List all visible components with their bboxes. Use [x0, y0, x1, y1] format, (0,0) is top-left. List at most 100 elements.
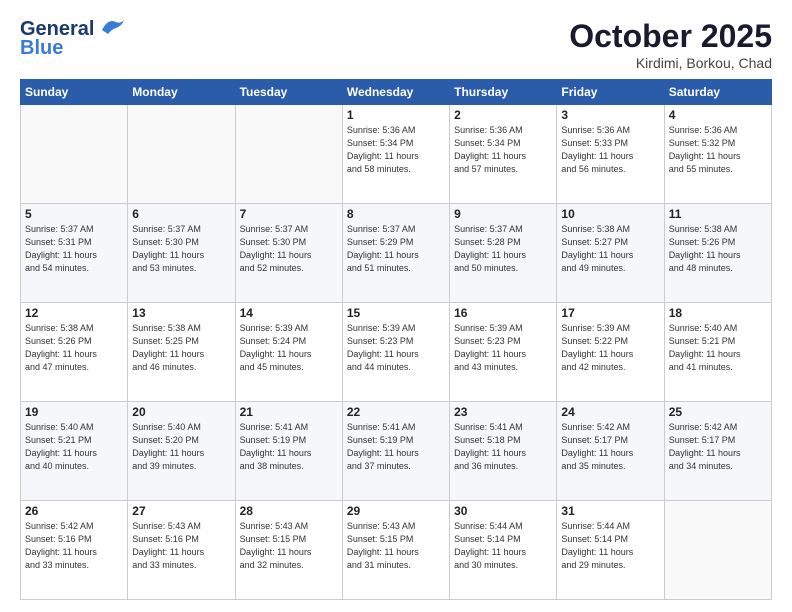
calendar-cell: 2 Sunrise: 5:36 AM Sunset: 5:34 PM Daylig… [450, 105, 557, 204]
day-number: 19 [25, 405, 123, 419]
day-info: Sunrise: 5:39 AM Sunset: 5:22 PM Dayligh… [561, 322, 659, 374]
week-row-5: 26Sunrise: 5:42 AM Sunset: 5:16 PM Dayli… [21, 501, 772, 600]
day-info: Sunrise: 5:38 AM Sunset: 5:25 PM Dayligh… [132, 322, 230, 374]
day-number: 21 [240, 405, 338, 419]
day-number: 8 [347, 207, 445, 221]
week-row-3: 12Sunrise: 5:38 AM Sunset: 5:26 PM Dayli… [21, 303, 772, 402]
day-info: Sunrise: 5:42 AM Sunset: 5:16 PM Dayligh… [25, 520, 123, 572]
day-info: Sunrise: 5:36 AM Sunset: 5:34 PM Dayligh… [347, 124, 445, 176]
day-number: 1 [347, 108, 445, 122]
page: General Blue October 2025 Kirdimi, Borko… [0, 0, 792, 612]
logo-blue: Blue [20, 37, 63, 60]
day-info: Sunrise: 5:39 AM Sunset: 5:24 PM Dayligh… [240, 322, 338, 374]
calendar-cell: 25Sunrise: 5:42 AM Sunset: 5:17 PM Dayli… [664, 402, 771, 501]
day-info: Sunrise: 5:37 AM Sunset: 5:31 PM Dayligh… [25, 223, 123, 275]
day-info: Sunrise: 5:38 AM Sunset: 5:26 PM Dayligh… [669, 223, 767, 275]
calendar-cell: 9 Sunrise: 5:37 AM Sunset: 5:28 PM Daylig… [450, 204, 557, 303]
day-info: Sunrise: 5:38 AM Sunset: 5:26 PM Dayligh… [25, 322, 123, 374]
calendar-cell: 22 Sunrise: 5:41 AM Sunset: 5:19 PM Dayli… [342, 402, 449, 501]
calendar-cell: 1 Sunrise: 5:36 AM Sunset: 5:34 PM Daylig… [342, 105, 449, 204]
title-block: October 2025 Kirdimi, Borkou, Chad [569, 18, 772, 71]
day-info: Sunrise: 5:36 AM Sunset: 5:33 PM Dayligh… [561, 124, 659, 176]
calendar-cell: 24 Sunrise: 5:42 AM Sunset: 5:17 PM Dayli… [557, 402, 664, 501]
day-number: 20 [132, 405, 230, 419]
calendar-cell [664, 501, 771, 600]
day-number: 9 [454, 207, 552, 221]
calendar-cell: 29 Sunrise: 5:43 AM Sunset: 5:15 PM Dayli… [342, 501, 449, 600]
calendar-cell: 26Sunrise: 5:42 AM Sunset: 5:16 PM Dayli… [21, 501, 128, 600]
day-info: Sunrise: 5:40 AM Sunset: 5:21 PM Dayligh… [25, 421, 123, 473]
day-info: Sunrise: 5:37 AM Sunset: 5:30 PM Dayligh… [240, 223, 338, 275]
day-number: 5 [25, 207, 123, 221]
day-info: Sunrise: 5:36 AM Sunset: 5:32 PM Dayligh… [669, 124, 767, 176]
day-info: Sunrise: 5:37 AM Sunset: 5:28 PM Dayligh… [454, 223, 552, 275]
day-info: Sunrise: 5:42 AM Sunset: 5:17 PM Dayligh… [561, 421, 659, 473]
day-number: 14 [240, 306, 338, 320]
day-number: 29 [347, 504, 445, 518]
weekday-header-friday: Friday [557, 80, 664, 105]
header: General Blue October 2025 Kirdimi, Borko… [20, 18, 772, 71]
day-number: 7 [240, 207, 338, 221]
day-info: Sunrise: 5:41 AM Sunset: 5:19 PM Dayligh… [347, 421, 445, 473]
day-number: 28 [240, 504, 338, 518]
day-info: Sunrise: 5:36 AM Sunset: 5:34 PM Dayligh… [454, 124, 552, 176]
calendar-cell: 20Sunrise: 5:40 AM Sunset: 5:20 PM Dayli… [128, 402, 235, 501]
calendar-cell: 28 Sunrise: 5:43 AM Sunset: 5:15 PM Dayli… [235, 501, 342, 600]
weekday-header-saturday: Saturday [664, 80, 771, 105]
day-info: Sunrise: 5:37 AM Sunset: 5:29 PM Dayligh… [347, 223, 445, 275]
calendar-cell [235, 105, 342, 204]
calendar-cell: 21 Sunrise: 5:41 AM Sunset: 5:19 PM Dayli… [235, 402, 342, 501]
calendar-cell: 11 Sunrise: 5:38 AM Sunset: 5:26 PM Dayli… [664, 204, 771, 303]
calendar-cell: 17 Sunrise: 5:39 AM Sunset: 5:22 PM Dayli… [557, 303, 664, 402]
calendar-cell: 10 Sunrise: 5:38 AM Sunset: 5:27 PM Dayli… [557, 204, 664, 303]
day-info: Sunrise: 5:43 AM Sunset: 5:15 PM Dayligh… [240, 520, 338, 572]
logo-bird-icon [98, 16, 126, 38]
day-number: 16 [454, 306, 552, 320]
day-number: 18 [669, 306, 767, 320]
day-number: 15 [347, 306, 445, 320]
day-info: Sunrise: 5:43 AM Sunset: 5:15 PM Dayligh… [347, 520, 445, 572]
day-info: Sunrise: 5:43 AM Sunset: 5:16 PM Dayligh… [132, 520, 230, 572]
day-info: Sunrise: 5:37 AM Sunset: 5:30 PM Dayligh… [132, 223, 230, 275]
day-number: 23 [454, 405, 552, 419]
logo: General Blue [20, 18, 126, 60]
weekday-header-tuesday: Tuesday [235, 80, 342, 105]
weekday-header-thursday: Thursday [450, 80, 557, 105]
calendar: SundayMondayTuesdayWednesdayThursdayFrid… [20, 79, 772, 600]
day-info: Sunrise: 5:41 AM Sunset: 5:19 PM Dayligh… [240, 421, 338, 473]
weekday-header-monday: Monday [128, 80, 235, 105]
calendar-cell: 6 Sunrise: 5:37 AM Sunset: 5:30 PM Daylig… [128, 204, 235, 303]
day-number: 24 [561, 405, 659, 419]
calendar-cell: 31 Sunrise: 5:44 AM Sunset: 5:14 PM Dayli… [557, 501, 664, 600]
calendar-cell: 13Sunrise: 5:38 AM Sunset: 5:25 PM Dayli… [128, 303, 235, 402]
day-info: Sunrise: 5:44 AM Sunset: 5:14 PM Dayligh… [561, 520, 659, 572]
calendar-cell: 18 Sunrise: 5:40 AM Sunset: 5:21 PM Dayli… [664, 303, 771, 402]
day-number: 6 [132, 207, 230, 221]
day-number: 25 [669, 405, 767, 419]
day-number: 4 [669, 108, 767, 122]
calendar-cell: 12Sunrise: 5:38 AM Sunset: 5:26 PM Dayli… [21, 303, 128, 402]
day-number: 2 [454, 108, 552, 122]
calendar-cell: 15 Sunrise: 5:39 AM Sunset: 5:23 PM Dayli… [342, 303, 449, 402]
weekday-header-sunday: Sunday [21, 80, 128, 105]
day-info: Sunrise: 5:41 AM Sunset: 5:18 PM Dayligh… [454, 421, 552, 473]
calendar-cell: 8 Sunrise: 5:37 AM Sunset: 5:29 PM Daylig… [342, 204, 449, 303]
day-number: 3 [561, 108, 659, 122]
day-number: 30 [454, 504, 552, 518]
day-info: Sunrise: 5:40 AM Sunset: 5:21 PM Dayligh… [669, 322, 767, 374]
week-row-1: 1 Sunrise: 5:36 AM Sunset: 5:34 PM Daylig… [21, 105, 772, 204]
calendar-cell [128, 105, 235, 204]
day-info: Sunrise: 5:39 AM Sunset: 5:23 PM Dayligh… [347, 322, 445, 374]
location: Kirdimi, Borkou, Chad [569, 55, 772, 71]
day-number: 31 [561, 504, 659, 518]
day-info: Sunrise: 5:39 AM Sunset: 5:23 PM Dayligh… [454, 322, 552, 374]
calendar-cell: 14 Sunrise: 5:39 AM Sunset: 5:24 PM Dayli… [235, 303, 342, 402]
day-number: 22 [347, 405, 445, 419]
day-info: Sunrise: 5:38 AM Sunset: 5:27 PM Dayligh… [561, 223, 659, 275]
day-number: 11 [669, 207, 767, 221]
calendar-cell: 19 Sunrise: 5:40 AM Sunset: 5:21 PM Dayli… [21, 402, 128, 501]
day-number: 27 [132, 504, 230, 518]
day-number: 10 [561, 207, 659, 221]
month-title: October 2025 [569, 18, 772, 55]
day-number: 17 [561, 306, 659, 320]
